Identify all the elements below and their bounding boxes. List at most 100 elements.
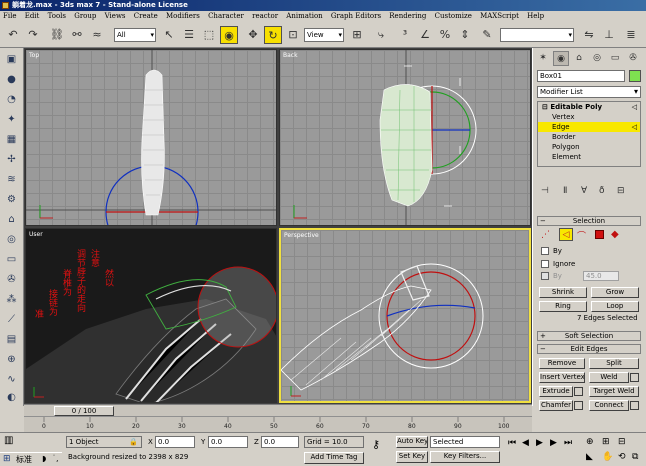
select-by-name-icon[interactable]: ☰ — [180, 26, 198, 44]
menu-reactor[interactable]: reactor — [252, 12, 278, 20]
angle-spinner[interactable]: 45.0 — [583, 271, 619, 281]
weld-button[interactable]: Weld — [589, 372, 629, 383]
configure-sets-icon[interactable]: ⊟ — [617, 186, 625, 196]
menu-modifiers[interactable]: Modifiers — [166, 12, 200, 20]
chamfer-button[interactable]: Chamfer — [539, 400, 573, 411]
stack-item-edge[interactable]: Edge ◁ — [538, 122, 640, 132]
display-icon[interactable]: ▭ — [3, 252, 20, 268]
snap-toggle-icon[interactable]: ³ — [396, 26, 414, 44]
viewport-back[interactable]: Back — [279, 49, 531, 226]
next-frame-icon[interactable]: ▶ — [550, 438, 557, 448]
align-icon[interactable]: ⊥ — [600, 26, 618, 44]
viewport-top[interactable]: Top — [25, 49, 277, 226]
y-coordinate-field[interactable]: 0.0 — [208, 436, 248, 448]
polygon-mode-icon[interactable] — [595, 230, 604, 239]
loop-button[interactable]: Loop — [591, 301, 639, 312]
ignore-backfacing-checkbox[interactable] — [541, 260, 549, 268]
track-bar[interactable]: 0 10 20 30 40 50 60 70 80 90 100 — [24, 416, 532, 432]
render-icon[interactable]: ◐ — [3, 390, 20, 406]
redo-icon[interactable]: ↷ — [24, 26, 42, 44]
menu-views[interactable]: Views — [105, 12, 126, 20]
make-unique-icon[interactable]: ∀ — [581, 186, 587, 196]
prev-frame-icon[interactable]: ◀ — [522, 438, 529, 448]
stack-item-editable-poly[interactable]: ⊟ Editable Poly ◁ — [538, 102, 640, 112]
maximize-viewport-icon[interactable]: ⧉ — [632, 452, 638, 462]
add-time-tag-button[interactable]: Add Time Tag — [304, 452, 364, 464]
menu-maxscript[interactable]: MAXScript — [480, 12, 519, 20]
weld-settings-icon[interactable] — [630, 373, 639, 382]
pivot-center-icon[interactable]: ⊞ — [348, 26, 366, 44]
named-selection-sets-dropdown[interactable] — [500, 28, 574, 42]
unlink-icon[interactable]: ⚯ — [68, 26, 86, 44]
reference-coordinate-dropdown[interactable]: View — [304, 28, 344, 42]
space-warp-icon[interactable]: ≋ — [3, 172, 20, 188]
viewport-user[interactable]: User 调节脖子的走向 注意 然以 脊椎为 接链为 准 — [25, 228, 277, 403]
named-selection-icon[interactable]: ✎ — [478, 26, 496, 44]
arc-rotate-icon[interactable]: ⟲ — [618, 452, 626, 462]
split-button[interactable]: Split — [589, 358, 639, 369]
menu-customize[interactable]: Customize — [435, 12, 472, 20]
display-tab-icon[interactable]: ▭ — [607, 51, 623, 66]
goto-end-icon[interactable]: ⏭ — [564, 438, 572, 448]
percent-snap-icon[interactable]: % — [436, 26, 454, 44]
helper-icon[interactable]: ✢ — [3, 152, 20, 168]
hierarchy-tab-icon[interactable]: ⌂ — [571, 51, 587, 66]
ring-button[interactable]: Ring — [539, 301, 587, 312]
vertex-mode-icon[interactable]: ⋰ — [541, 230, 550, 240]
angle-snap-icon[interactable]: ∠ — [416, 26, 434, 44]
extrude-settings-icon[interactable] — [574, 387, 583, 396]
ime-mode-label[interactable]: 标准 — [16, 454, 32, 465]
select-scale-icon[interactable]: ⊡ — [284, 26, 302, 44]
set-key-button[interactable]: Set Key — [396, 451, 428, 463]
insert-vertex-button[interactable]: Insert Vertex — [539, 372, 585, 383]
utilities-tab-icon[interactable]: ✇ — [625, 51, 641, 66]
selection-rollout-header[interactable]: − Selection — [537, 216, 641, 226]
show-end-result-icon[interactable]: Ⅱ — [563, 186, 567, 196]
chamfer-settings-icon[interactable] — [574, 401, 583, 410]
menu-tools[interactable]: Tools — [48, 12, 66, 20]
create-shape-icon[interactable]: ◔ — [3, 92, 20, 108]
create-camera-icon[interactable]: ▦ — [3, 132, 20, 148]
ime-icon[interactable]: ⊞ — [3, 454, 11, 464]
selection-filter-dropdown[interactable]: All — [114, 28, 156, 42]
menu-edit[interactable]: Edit — [25, 12, 40, 20]
select-rotate-icon[interactable]: ↻ — [264, 26, 282, 44]
bone-icon[interactable]: ⟋ — [3, 312, 20, 328]
key-mode-dropdown[interactable]: Selected — [430, 436, 500, 448]
menu-graph-editors[interactable]: Graph Editors — [331, 12, 381, 20]
lock-icon[interactable]: 🔒 — [129, 437, 138, 447]
zoom-icon[interactable]: ⊕ — [586, 437, 594, 447]
menu-create[interactable]: Create — [134, 12, 158, 20]
field-of-view-icon[interactable]: ◣ — [586, 452, 593, 462]
modifier-icon[interactable]: ⚙ — [3, 192, 20, 208]
z-coordinate-field[interactable]: 0.0 — [261, 436, 299, 448]
connect-button[interactable]: Connect — [589, 400, 629, 411]
create-tab-icon[interactable]: ✶ — [535, 51, 551, 66]
bind-space-warp-icon[interactable]: ≈ — [88, 26, 106, 44]
window-crossing-icon[interactable]: ◉ — [220, 26, 238, 44]
target-weld-button[interactable]: Target Weld — [589, 386, 639, 397]
zoom-all-icon[interactable]: ⊞ — [602, 437, 610, 447]
select-object-icon[interactable]: ↖ — [160, 26, 178, 44]
x-coordinate-field[interactable]: 0.0 — [155, 436, 195, 448]
remove-button[interactable]: Remove — [539, 358, 585, 369]
nurbs-icon[interactable]: ∿ — [3, 372, 20, 388]
undo-icon[interactable]: ↶ — [4, 26, 22, 44]
stack-item-border[interactable]: Border — [538, 132, 640, 142]
zoom-extents-icon[interactable]: ⊟ — [618, 437, 626, 447]
motion-icon[interactable]: ◎ — [3, 232, 20, 248]
menu-file[interactable]: File — [3, 12, 16, 20]
stack-item-polygon[interactable]: Polygon — [538, 142, 640, 152]
compound-icon[interactable]: ⊕ — [3, 352, 20, 368]
remove-modifier-icon[interactable]: ð — [599, 186, 605, 196]
utilities-icon[interactable]: ✇ — [3, 272, 20, 288]
particle-icon[interactable]: ⁂ — [3, 292, 20, 308]
stack-item-element[interactable]: Element — [538, 152, 640, 162]
object-name-field[interactable]: Box01 — [537, 70, 625, 82]
time-slider[interactable]: 0 / 100 — [54, 406, 114, 416]
menu-group[interactable]: Group — [74, 12, 96, 20]
element-mode-icon[interactable]: ◆ — [611, 229, 619, 240]
key-filters-button[interactable]: Key Filters... — [430, 451, 500, 463]
auto-key-button[interactable]: Auto Key — [396, 436, 428, 448]
patch-icon[interactable]: ▤ — [3, 332, 20, 348]
